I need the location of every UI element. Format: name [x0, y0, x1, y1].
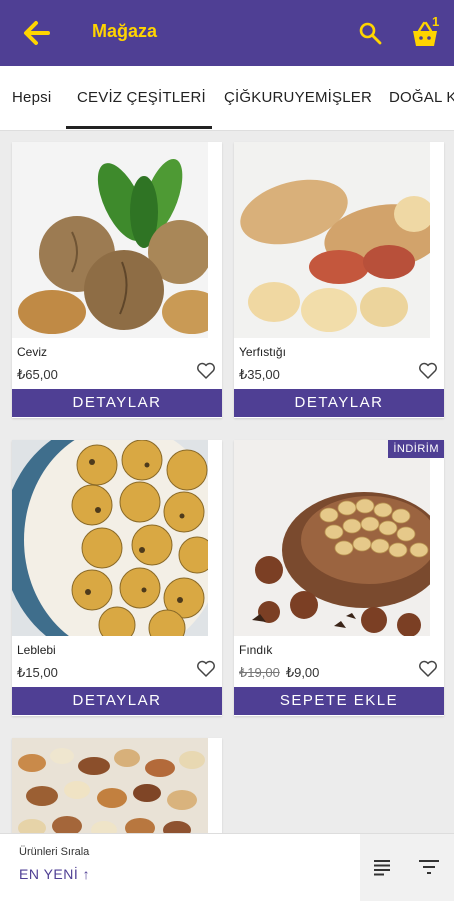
- product-name: Leblebi: [17, 643, 56, 657]
- product-name: Fındık: [239, 643, 273, 657]
- product-card-karisik[interactable]: [12, 738, 222, 838]
- product-price: ₺65,00: [17, 367, 58, 382]
- tab-hepsi[interactable]: Hepsi: [12, 66, 51, 130]
- new-price: ₺9,00: [285, 665, 320, 680]
- list-view-icon[interactable]: [373, 858, 393, 876]
- sort-bar: Ürünleri Sırala EN YENİ ↑: [0, 833, 454, 901]
- product-card-leblebi[interactable]: Leblebi ₺15,00 DETAYLAR: [12, 440, 222, 716]
- favorite-heart-icon[interactable]: [418, 362, 438, 380]
- product-image-findik: [234, 440, 430, 636]
- product-price: ₺15,00: [17, 665, 58, 680]
- product-price: ₺35,00: [239, 367, 280, 382]
- favorite-heart-icon[interactable]: [196, 660, 216, 678]
- add-to-cart-button[interactable]: SEPETE EKLE: [234, 687, 444, 715]
- product-name: Yerfıstığı: [239, 345, 286, 359]
- details-button[interactable]: DETAYLAR: [12, 687, 222, 715]
- product-card-findik[interactable]: İNDİRİM Fındık ₺19,00 ₺9,00 SEPETE EKLE: [234, 440, 444, 716]
- back-arrow-icon[interactable]: [22, 20, 50, 46]
- product-image-ceviz: [12, 142, 208, 338]
- sort-selector[interactable]: Ürünleri Sırala EN YENİ ↑: [0, 834, 360, 901]
- tab-ceviz-cesitleri[interactable]: CEVİZ ÇEŞİTLERİ: [77, 66, 206, 130]
- tab-dogal[interactable]: DOĞAL K: [389, 66, 454, 130]
- favorite-heart-icon[interactable]: [418, 660, 438, 678]
- product-card-yerfistigi[interactable]: Yerfıstığı ₺35,00 DETAYLAR: [234, 142, 444, 418]
- filter-icon[interactable]: [418, 858, 440, 876]
- product-image-leblebi: [12, 440, 208, 636]
- product-name: Ceviz: [17, 345, 48, 359]
- discount-badge: İNDİRİM: [388, 440, 444, 458]
- sort-title: Ürünleri Sırala: [19, 846, 90, 858]
- page-title: Mağaza: [92, 21, 158, 41]
- active-tab-indicator: [66, 126, 212, 129]
- category-tabs: Hepsi CEVİZ ÇEŞİTLERİ ÇİĞKURUYEMİŞLER DO…: [0, 66, 454, 131]
- details-button[interactable]: DETAYLAR: [12, 389, 222, 417]
- favorite-heart-icon[interactable]: [196, 362, 216, 380]
- app-bar: Mağaza 1: [0, 0, 454, 66]
- product-image-yerfistigi: [234, 142, 430, 338]
- product-price: ₺19,00 ₺9,00: [239, 665, 319, 681]
- cart-count-badge: 1: [432, 14, 440, 29]
- details-button[interactable]: DETAYLAR: [234, 389, 444, 417]
- old-price: ₺19,00: [239, 665, 280, 680]
- search-icon[interactable]: [358, 21, 382, 45]
- product-card-ceviz[interactable]: Ceviz ₺65,00 DETAYLAR: [12, 142, 222, 418]
- tab-cig-kuruyemisler[interactable]: ÇİĞKURUYEMİŞLER: [224, 66, 372, 130]
- sort-value: EN YENİ ↑: [19, 866, 91, 882]
- product-image-karisik: [12, 738, 208, 838]
